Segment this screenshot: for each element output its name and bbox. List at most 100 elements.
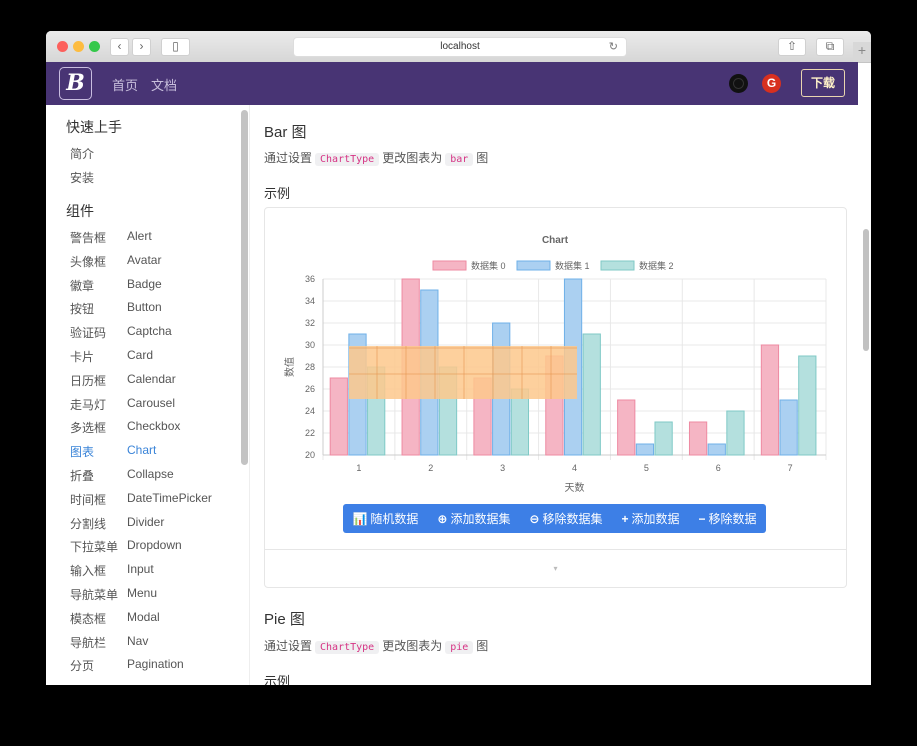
- bar-series1-6: [707, 443, 726, 456]
- sidebar-item-label-en: Dropdown: [127, 538, 182, 553]
- legend-swatch: [516, 260, 551, 271]
- chart-button-bar-chart[interactable]: 📊 随机数据: [352, 510, 418, 527]
- chart-button-minus[interactable]: − 移除数据: [698, 510, 756, 527]
- sidebar-item-label-zh: 输入框: [70, 564, 107, 579]
- x-tick-label: 7: [788, 463, 793, 473]
- close-window-button[interactable]: [57, 41, 68, 52]
- chevron-left-icon: ‹: [117, 39, 122, 53]
- main-scrollbar[interactable]: [863, 229, 869, 351]
- pie-example-label: 示例: [264, 674, 291, 685]
- chart-button-label: 添加数据集: [450, 512, 511, 526]
- sidebar-item-alert[interactable]: 警告框 Alert: [46, 229, 236, 249]
- code-pie: pie: [445, 641, 474, 654]
- sidebar-item-carousel[interactable]: 走马灯 Carousel: [46, 396, 236, 416]
- sidebar-item-label-en: Collapse: [127, 467, 174, 481]
- sidebar-item-label-en: Button: [127, 300, 162, 315]
- sidebar-item-label-en: Input: [127, 562, 154, 577]
- url-text: localhost: [440, 41, 480, 52]
- sidebar-item-label-en: Avatar: [127, 252, 162, 267]
- sidebar-item-label-zh: 安装: [70, 171, 95, 185]
- sidebar-item-label-en: Badge: [127, 276, 162, 291]
- chart-button-plus[interactable]: + 添加数据: [621, 510, 679, 527]
- chart-button-label: 随机数据: [370, 512, 419, 526]
- bar-series0-1: [329, 377, 348, 456]
- minus-circle-icon: ⊖: [529, 512, 540, 526]
- reload-icon[interactable]: ↻: [609, 38, 618, 56]
- sidebar-item-nav[interactable]: 导航栏 Nav: [46, 634, 236, 654]
- sidebar-item-divider[interactable]: 分割线 Divider: [46, 515, 236, 535]
- bar-section-description: 通过设置 ChartType 更改图表为 bar 图: [264, 149, 488, 166]
- sidebar-item-pagination[interactable]: 分页 Pagination: [46, 657, 236, 677]
- x-tick-label: 6: [716, 463, 721, 473]
- desc-text: 图: [476, 151, 489, 165]
- bar-series1-5: [635, 443, 655, 456]
- nav-link-home[interactable]: 首页: [112, 75, 138, 94]
- bar-series0-7: [760, 344, 780, 456]
- sidebar-item-chart[interactable]: 图表 Chart: [46, 443, 236, 463]
- sidebar-item-label-en: Nav: [127, 633, 149, 648]
- maximize-window-button[interactable]: [89, 41, 100, 52]
- address-bar[interactable]: localhost ↻: [293, 37, 627, 57]
- caret-down-icon: ▾: [553, 564, 558, 573]
- share-button[interactable]: ⇧: [778, 38, 806, 56]
- bar-section-title: Bar 图: [264, 124, 307, 141]
- sidebar-item-collapse[interactable]: 折叠 Collapse: [46, 467, 236, 487]
- bar-series0-6: [688, 421, 708, 456]
- chart-button-group: 📊 随机数据 ⊕ 添加数据集 ⊖ 移除数据集 + 添加数据 − 移除数据: [343, 504, 766, 533]
- sidebar-item-card[interactable]: 卡片 Card: [46, 348, 236, 368]
- bar-series2-4: [582, 333, 601, 456]
- sidebar-toggle-button[interactable]: ▯: [161, 38, 190, 56]
- tabs-icon: ⧉: [825, 39, 835, 53]
- sidebar-item-label-en: Pagination: [127, 657, 184, 672]
- sidebar: 快速上手 简介 安装 组件 警告框 Alert 头像框 Avatar 徽章 Badge 按钮 Butt…: [46, 105, 249, 685]
- back-button[interactable]: ‹: [110, 38, 129, 56]
- tabs-button[interactable]: ⧉: [816, 38, 844, 56]
- minimize-window-button[interactable]: [73, 41, 84, 52]
- sidebar-item-item[interactable]: 安装: [46, 169, 236, 189]
- sidebar-item-label-zh: 警告框: [70, 231, 107, 245]
- x-tick-label: 5: [644, 463, 649, 473]
- y-tick-label: 24: [305, 406, 315, 416]
- legend-label: 数据集 0: [471, 260, 506, 271]
- sidebar-item-badge[interactable]: 徽章 Badge: [46, 277, 236, 297]
- sidebar-item-button[interactable]: 按钮 Button: [46, 300, 236, 320]
- sidebar-item-modal[interactable]: 模态框 Modal: [46, 610, 236, 630]
- gitee-icon[interactable]: G: [762, 74, 781, 93]
- share-icon: ⇧: [786, 39, 798, 53]
- sidebar-item-label-zh: 图表: [70, 445, 95, 460]
- forward-button[interactable]: ›: [132, 38, 151, 56]
- sidebar-item-label-zh: 分割线: [70, 516, 107, 531]
- sidebar-item-avatar[interactable]: 头像框 Avatar: [46, 253, 236, 273]
- sidebar-item-calendar[interactable]: 日历框 Calendar: [46, 372, 236, 392]
- sidebar-item-input[interactable]: 输入框 Input: [46, 562, 236, 582]
- desc-text: 图: [476, 639, 489, 653]
- github-icon[interactable]: [729, 74, 748, 93]
- desc-text: 更改图表为: [382, 639, 443, 653]
- nav-link-docs[interactable]: 文档: [151, 75, 177, 94]
- top-navbar: B 首页 文档 G 下载: [46, 62, 858, 105]
- card-footer-toggle[interactable]: ▾: [265, 549, 846, 588]
- chart-button-minus-circle[interactable]: ⊖ 移除数据集: [529, 510, 602, 527]
- logo[interactable]: B: [59, 67, 92, 100]
- x-tick-label: 2: [428, 463, 433, 473]
- sidebar-item-label-zh: 徽章: [70, 278, 95, 293]
- sidebar-item-label-en: Divider: [127, 514, 165, 529]
- y-tick-label: 34: [305, 296, 315, 306]
- sidebar-item-label-zh: 时间框: [70, 492, 107, 507]
- sidebar-item-datetimepicker[interactable]: 时间框 DateTimePicker: [46, 491, 236, 511]
- sidebar-item-captcha[interactable]: 验证码 Captcha: [46, 324, 236, 344]
- new-tab-button[interactable]: +: [853, 42, 871, 62]
- sidebar-item-label-en: Calendar: [127, 371, 176, 386]
- download-button[interactable]: 下载: [801, 69, 845, 97]
- sidebar-item-checkbox[interactable]: 多选框 Checkbox: [46, 419, 236, 439]
- sidebar-item-label-zh: 折叠: [70, 469, 95, 483]
- chart-button-plus-circle[interactable]: ⊕ 添加数据集: [437, 510, 510, 527]
- sidebar-item-dropdown[interactable]: 下拉菜单 Dropdown: [46, 538, 236, 558]
- sidebar-scrollbar[interactable]: [241, 110, 248, 465]
- code-bar: bar: [445, 153, 474, 166]
- y-tick-label: 28: [305, 362, 315, 372]
- y-tick-label: 22: [305, 428, 315, 438]
- sidebar-item-item[interactable]: 简介: [46, 145, 236, 165]
- sidebar-item-menu[interactable]: 导航菜单 Menu: [46, 586, 236, 606]
- legend-label: 数据集 2: [639, 260, 674, 271]
